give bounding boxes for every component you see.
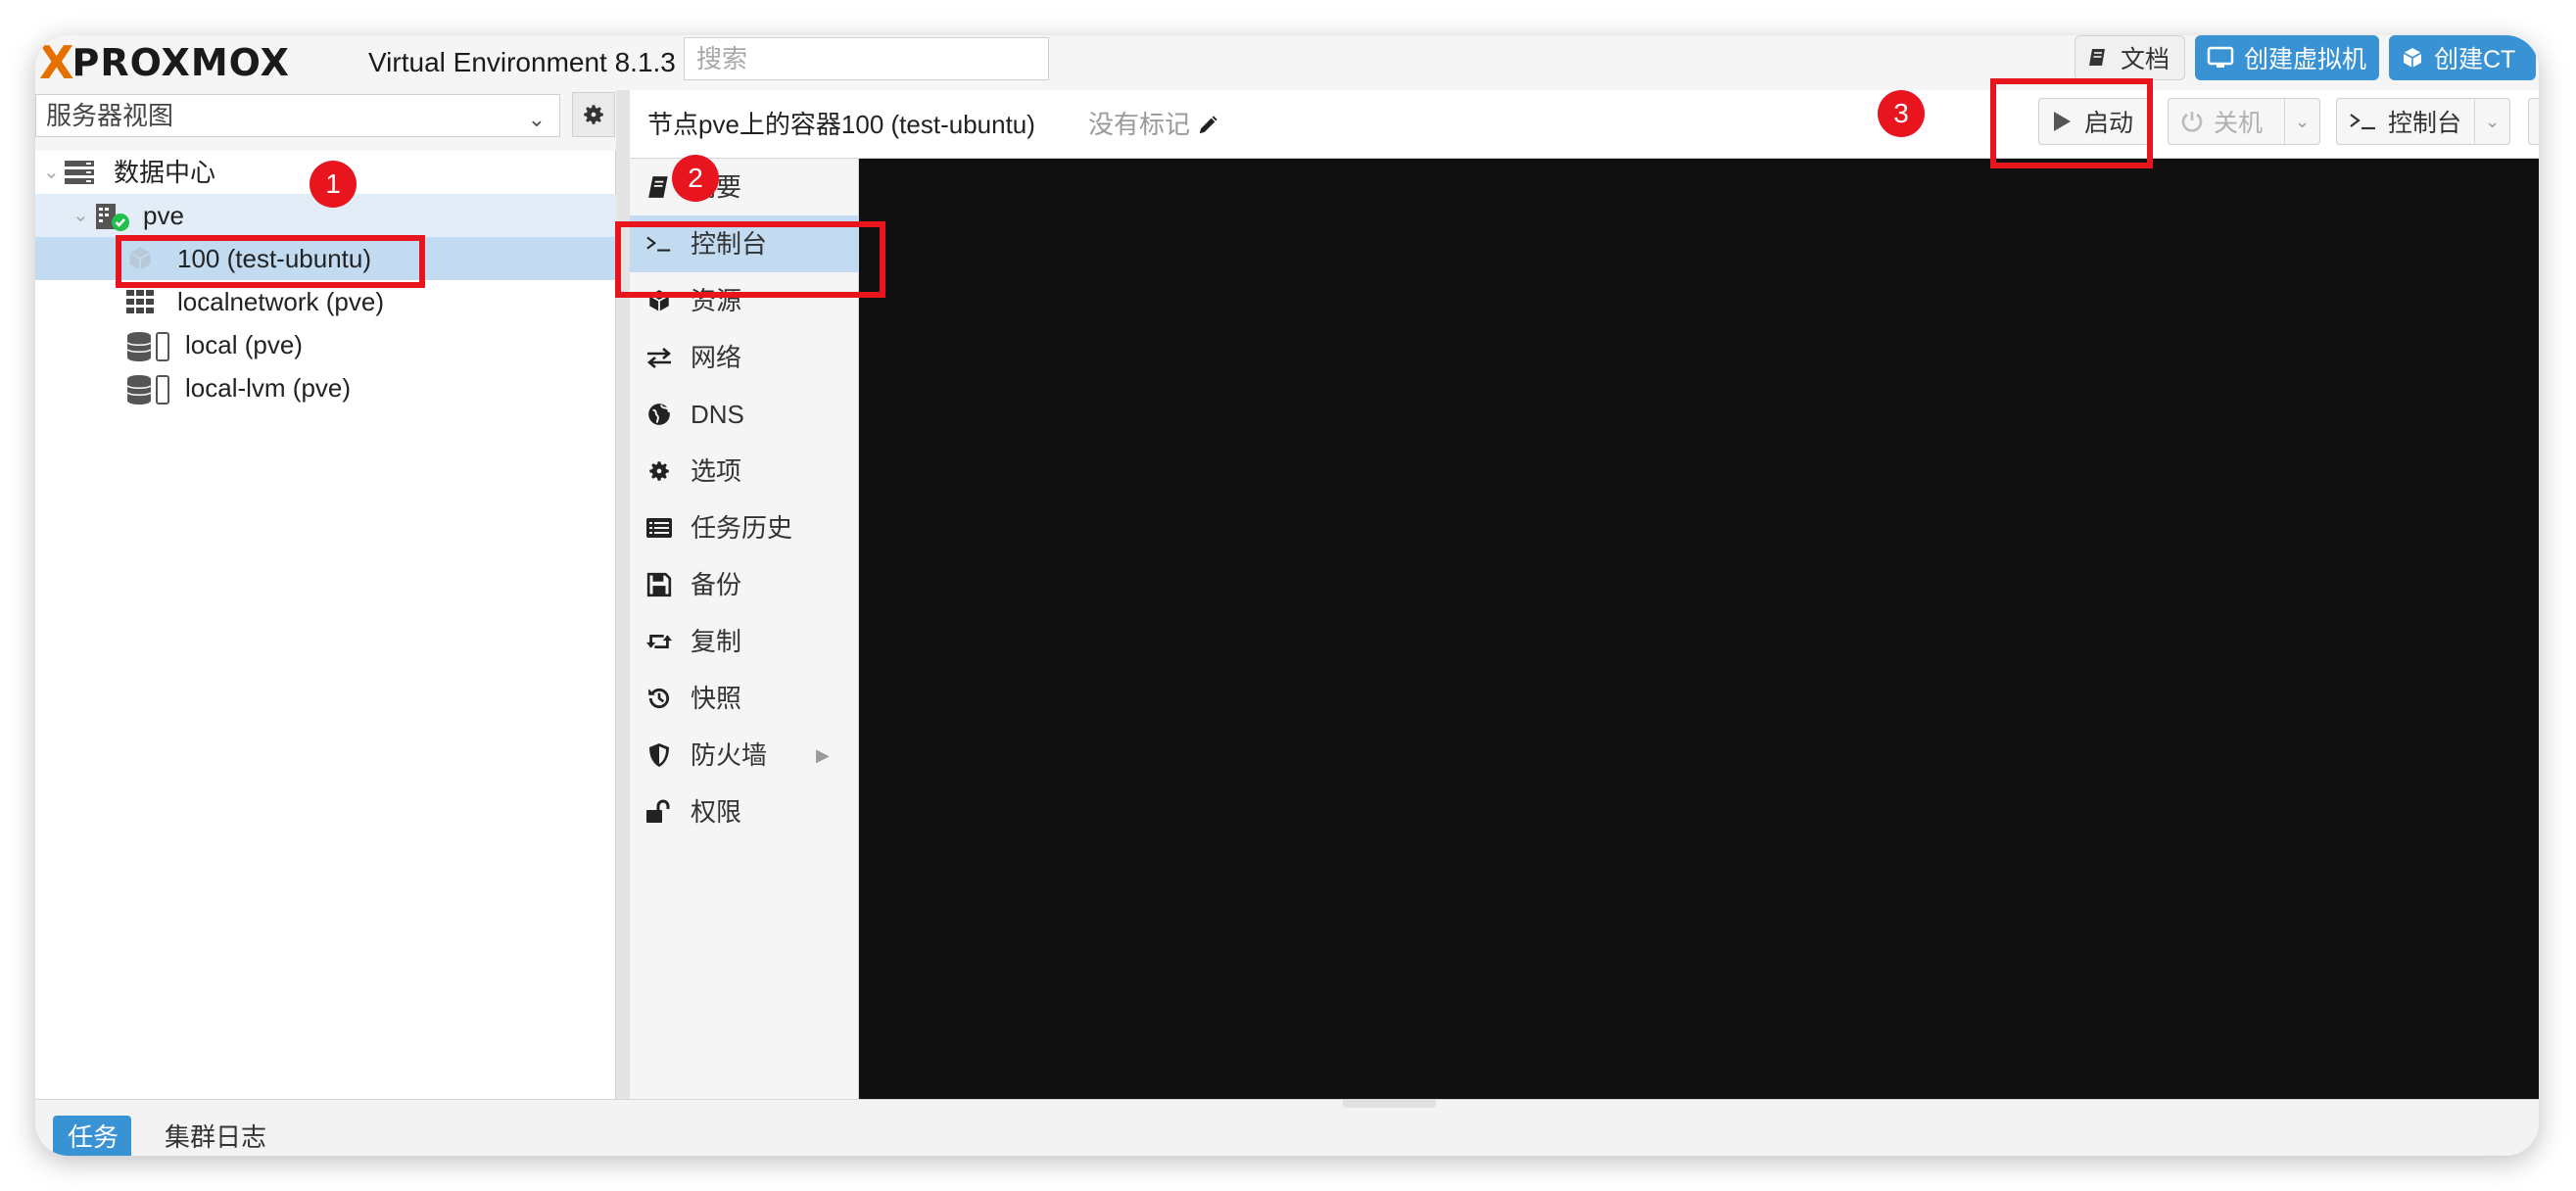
history-icon (645, 685, 673, 712)
menu-item-permissions[interactable]: 权限 (630, 784, 859, 840)
content-toolbar: 节点pve上的容器100 (test-ubuntu) 没有标记 启动 关机 ⌄ … (630, 90, 2539, 159)
power-icon (2181, 112, 2203, 132)
tree-settings-button[interactable] (572, 92, 615, 137)
docs-label: 文档 (2121, 46, 2171, 73)
tree-item-label: 数据中心 (114, 158, 216, 187)
menu-item-label: 备份 (691, 570, 742, 599)
docs-button[interactable]: 文档 (2075, 35, 2185, 80)
pencil-icon[interactable] (1197, 115, 1218, 136)
shield-icon (645, 741, 673, 769)
terminal-icon (2350, 114, 2375, 130)
bottom-panel: 任务 集群日志 (35, 1099, 2539, 1156)
view-selector[interactable]: 服务器视图 ⌄ (35, 94, 560, 137)
menu-item-label: 权限 (691, 797, 742, 827)
annotation-badge-1: 1 (310, 161, 357, 208)
create-vm-button[interactable]: 创建虚拟机 (2195, 35, 2379, 80)
chevron-down-icon[interactable]: ⌄ (2284, 99, 2319, 144)
annotation-badge-2: 2 (672, 155, 719, 202)
tree-item-label: local-lvm (pve) (185, 373, 352, 403)
shutdown-label: 关机 (2214, 110, 2264, 137)
exchange-icon (645, 344, 673, 371)
book-icon (2089, 49, 2105, 66)
menu-item-dns[interactable]: DNS (630, 386, 859, 443)
annotation-box-3 (1990, 78, 2153, 168)
storage-icon (126, 332, 169, 361)
menu-item-label: 网络 (691, 343, 742, 372)
menu-item-label: 复制 (691, 627, 742, 656)
menu-item-task-history[interactable]: 任务历史 (630, 500, 859, 556)
globe-icon (645, 401, 673, 428)
page-title: 节点pve上的容器100 (test-ubuntu) (647, 110, 1035, 139)
grid-icon (126, 290, 154, 313)
console-button[interactable]: 控制台 ⌄ (2336, 98, 2510, 145)
menu-item-snapshots[interactable]: 快照 (630, 670, 859, 727)
menu-item-options[interactable]: 选项 (630, 443, 859, 500)
server-stack-icon (65, 161, 94, 184)
resource-tree: ⌄ 数据中心 ⌄ pve 100 (test-ubuntu) localnetw… (35, 151, 616, 1099)
logo-word: PROXMOX (72, 41, 290, 84)
menu-item-label: 选项 (691, 456, 742, 486)
tab-tasks[interactable]: 任务 (53, 1116, 131, 1156)
proxmox-logo: X PROXMOX (39, 36, 290, 89)
gear-icon (584, 105, 603, 124)
search-input[interactable]: 搜索 (684, 37, 1049, 80)
node-online-icon (96, 204, 129, 231)
logo-x: X (39, 36, 73, 89)
book-icon (645, 173, 673, 201)
version-label: Virtual Environment 8.1.3 (368, 47, 676, 77)
desktop-icon (2207, 46, 2234, 68)
resource-tree-toolbar: 服务器视图 ⌄ (35, 90, 616, 151)
console-label: 控制台 (2388, 110, 2462, 137)
menu-item-replication[interactable]: 复制 (630, 613, 859, 670)
tags-label: 没有标记 (1088, 110, 1191, 139)
create-ct-button[interactable]: 创建CT (2389, 35, 2536, 80)
annotation-badge-3: 3 (1878, 90, 1925, 137)
unlock-icon (645, 798, 673, 826)
tree-item-local-lvm[interactable]: local-lvm (pve) (35, 366, 616, 409)
cube-icon (2403, 48, 2422, 68)
create-ct-label: 创建CT (2434, 46, 2516, 73)
annotation-box-1 (116, 235, 425, 288)
chevron-down-icon[interactable]: ⌄ (2474, 99, 2509, 144)
shutdown-button[interactable]: 关机 ⌄ (2168, 98, 2320, 145)
menu-item-label: DNS (691, 400, 744, 429)
view-selector-value: 服务器视图 (46, 101, 174, 130)
gear-icon (645, 457, 673, 485)
menu-item-label: 任务历史 (691, 513, 793, 543)
floppy-icon (645, 571, 673, 598)
tab-cluster-log[interactable]: 集群日志 (165, 1116, 266, 1156)
menu-item-network[interactable]: 网络 (630, 329, 859, 386)
menu-item-backup[interactable]: 备份 (630, 556, 859, 613)
panel-resize-grip[interactable] (1343, 1100, 1436, 1108)
annotation-box-2 (615, 221, 885, 298)
container-menu: 摘要 控制台 资源 网络 DNS 选项 任务历史 备份 (630, 159, 859, 1099)
menu-item-label: 防火墙 (691, 740, 768, 770)
proxmox-window: X PROXMOX Virtual Environment 8.1.3 搜索 文… (35, 35, 2539, 1156)
tree-item-label: pve (143, 201, 184, 230)
tree-item-label: local (pve) (185, 330, 303, 359)
chevron-down-icon: ⌄ (527, 107, 546, 131)
retweet-icon (645, 628, 673, 655)
tree-item-local[interactable]: local (pve) (35, 323, 616, 366)
storage-icon (126, 375, 169, 405)
more-button[interactable]: 更多 (2528, 98, 2539, 145)
tags-area[interactable]: 没有标记 (1088, 105, 1218, 141)
menu-item-firewall[interactable]: 防火墙 ▶ (630, 727, 859, 784)
menu-item-label: 快照 (691, 684, 742, 713)
create-vm-label: 创建虚拟机 (2244, 46, 2367, 73)
console-panel[interactable] (859, 159, 2539, 1099)
caret-right-icon[interactable]: ▶ (816, 727, 830, 784)
chevron-down-icon[interactable]: ⌄ (72, 194, 89, 237)
list-icon (645, 514, 673, 542)
chevron-down-icon[interactable]: ⌄ (43, 151, 60, 194)
menu-item-summary[interactable]: 摘要 (630, 159, 859, 215)
top-header: X PROXMOX Virtual Environment 8.1.3 搜索 文… (35, 35, 2539, 90)
